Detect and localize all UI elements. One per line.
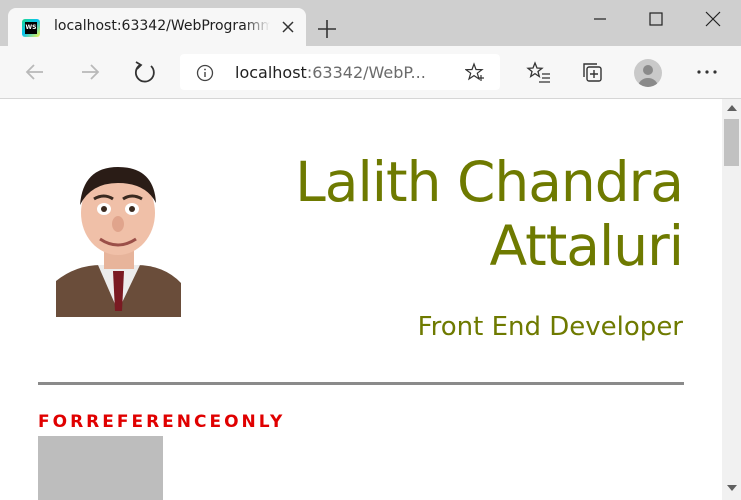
maximize-button[interactable] <box>628 0 684 38</box>
page-content: Lalith Chandra Attaluri Front End Develo… <box>0 99 722 500</box>
divider <box>38 382 684 385</box>
tab-strip: WS localhost:63342/WebProgramming <box>0 0 741 46</box>
url-path: :63342/WebP... <box>306 63 426 82</box>
star-plus-icon[interactable] <box>465 62 485 82</box>
profile-role: Front End Developer <box>417 312 683 342</box>
collections-icon[interactable] <box>579 58 607 86</box>
browser-toolbar: localhost:63342/WebP... <box>0 46 741 99</box>
vertical-scrollbar[interactable] <box>722 99 741 500</box>
scroll-thumb[interactable] <box>724 119 739 166</box>
profile-name: Lalith Chandra Attaluri <box>295 150 684 278</box>
browser-tab[interactable]: WS localhost:63342/WebProgramming <box>8 8 306 46</box>
tab-close-icon[interactable] <box>280 19 296 35</box>
more-dots-icon[interactable] <box>693 58 721 86</box>
profile-photo <box>56 161 181 317</box>
scroll-up-icon[interactable] <box>727 105 737 111</box>
profile-avatar-icon[interactable] <box>634 59 662 87</box>
address-bar[interactable]: localhost:63342/WebP... <box>180 54 500 90</box>
url-text[interactable]: localhost:63342/WebP... <box>235 63 426 82</box>
tab-title: localhost:63342/WebProgramming <box>54 18 270 34</box>
image-placeholder <box>38 436 163 500</box>
minimize-button[interactable] <box>572 0 628 38</box>
reference-heading: FORREFERENCEONLY <box>38 412 286 432</box>
info-icon[interactable] <box>196 64 214 82</box>
window-close-button[interactable] <box>685 0 741 38</box>
forward-arrow-icon[interactable] <box>76 58 104 86</box>
new-tab-button[interactable] <box>316 18 338 40</box>
refresh-icon[interactable] <box>131 58 159 86</box>
back-arrow-icon[interactable] <box>21 58 49 86</box>
url-host: localhost <box>235 63 307 82</box>
webstorm-icon: WS <box>22 19 40 37</box>
favorites-list-icon[interactable] <box>525 58 553 86</box>
scroll-down-icon[interactable] <box>727 485 737 491</box>
